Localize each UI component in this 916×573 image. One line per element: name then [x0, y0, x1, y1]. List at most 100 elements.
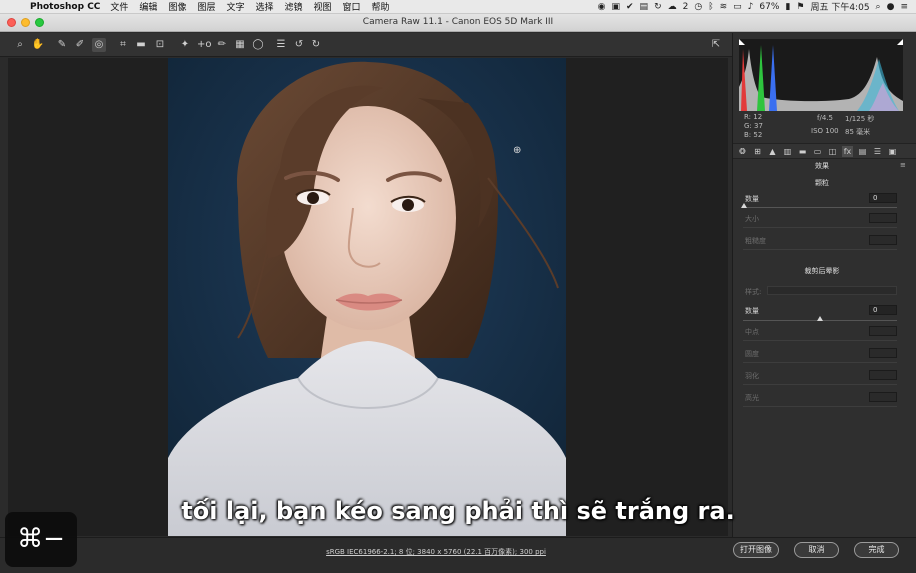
rotate-right-icon[interactable]: ↻: [309, 38, 323, 52]
hand-tool-icon[interactable]: ✋: [31, 38, 45, 52]
status-tray: ◉ ▣ ✔ ▤ ↻ ☁ 2 ◷ ᛒ ≋ ▭ ♪ 67% ▮ ⚑ 周五 下午4:0…: [598, 0, 916, 14]
menubar-clock[interactable]: 周五 下午4:05: [810, 0, 869, 13]
battery-level: 67%: [759, 1, 780, 12]
menu-help[interactable]: 帮助: [372, 0, 390, 13]
g-value: 37: [754, 122, 763, 130]
siri-icon[interactable]: ●: [887, 2, 895, 12]
workflow-options-link[interactable]: sRGB IEC61966-2.1; 8 位; 3840 x 5760 (22.…: [316, 547, 556, 557]
tab-camera-calibration-icon[interactable]: ▤: [857, 146, 868, 157]
vignette-feather-label: 羽化: [745, 372, 759, 380]
search-icon[interactable]: ⌕: [876, 2, 881, 12]
done-button[interactable]: 完成: [854, 542, 899, 558]
vignette-style-select: [767, 286, 897, 295]
bird-icon[interactable]: ✔: [626, 2, 634, 12]
zoom-cursor-icon: ⊕: [513, 145, 522, 156]
grain-amount-thumb[interactable]: [741, 203, 747, 208]
wechat-count: 2: [682, 1, 689, 12]
portrait-photo: [168, 58, 566, 536]
transform-tool-icon[interactable]: ⊡: [153, 38, 167, 52]
app-badge-icon[interactable]: ▣: [611, 2, 620, 12]
menu-select[interactable]: 选择: [255, 0, 273, 13]
tab-presets-icon[interactable]: ☰: [872, 146, 883, 157]
vignette-feather-slider: [743, 384, 897, 385]
fullscreen-toggle-icon[interactable]: ⇱: [709, 38, 723, 52]
exif-focal-length: 85 毫米: [845, 128, 871, 136]
tab-hsl-icon[interactable]: ▥: [782, 146, 793, 157]
vignette-amount-thumb[interactable]: [817, 316, 823, 321]
targeted-adjustment-tool-icon[interactable]: ◎: [92, 38, 106, 52]
vignette-highlights-label: 高光: [745, 394, 759, 402]
cancel-button[interactable]: 取消: [794, 542, 839, 558]
menu-layer[interactable]: 图层: [197, 0, 215, 13]
menu-window[interactable]: 窗口: [343, 0, 361, 13]
straighten-tool-icon[interactable]: ▬: [134, 38, 148, 52]
cast-icon[interactable]: ▤: [640, 2, 649, 12]
tab-snapshots-icon[interactable]: ▣: [887, 146, 898, 157]
spot-removal-tool-icon[interactable]: ✦: [178, 38, 192, 52]
menu-type[interactable]: 文字: [226, 0, 244, 13]
grain-amount-slider[interactable]: [743, 207, 897, 208]
photo-preview[interactable]: [168, 58, 566, 536]
window-title: Camera Raw 11.1 - Canon EOS 5D Mark III: [362, 17, 554, 27]
vignette-highlights-slider: [743, 406, 897, 407]
record-icon[interactable]: ◉: [598, 2, 606, 12]
color-sampler-tool-icon[interactable]: ✐: [73, 38, 87, 52]
vignette-midpoint-input: [869, 326, 897, 336]
tab-detail-icon[interactable]: ▲: [767, 146, 778, 157]
crop-tool-icon[interactable]: ⌗: [116, 38, 130, 52]
radial-filter-icon[interactable]: ◯: [251, 38, 265, 52]
menu-file[interactable]: 文件: [110, 0, 128, 13]
grain-roughness-label: 粗糙度: [745, 237, 766, 245]
airplay-icon[interactable]: ▭: [733, 2, 742, 12]
menu-view[interactable]: 视图: [314, 0, 332, 13]
menu-edit[interactable]: 编辑: [139, 0, 157, 13]
video-subtitle: tối lại, bạn kéo sang phải thì sẽ trắng …: [181, 497, 735, 525]
vignette-highlights-input: [869, 392, 897, 402]
grain-amount-input[interactable]: 0: [869, 193, 897, 203]
volume-icon[interactable]: ♪: [748, 2, 754, 12]
tab-tone-curve-icon[interactable]: ⊞: [752, 146, 763, 157]
clock-history-icon[interactable]: ◷: [694, 2, 702, 12]
grain-size-input: [869, 213, 897, 223]
white-balance-tool-icon[interactable]: ✎: [55, 38, 69, 52]
zoom-tool-icon[interactable]: ⌕: [13, 38, 27, 52]
vignette-midpoint-slider: [743, 340, 897, 341]
tab-transform-icon[interactable]: ◫: [827, 146, 838, 157]
grain-size-slider: [743, 227, 897, 228]
keystroke-overlay: ⌘−: [5, 512, 77, 567]
graduated-filter-icon[interactable]: ▦: [233, 38, 247, 52]
wifi-icon[interactable]: ≋: [720, 2, 728, 12]
open-image-button[interactable]: 打开图像: [733, 542, 779, 558]
bluetooth-icon[interactable]: ᛒ: [708, 2, 713, 12]
tab-basic-icon[interactable]: ❂: [737, 146, 748, 157]
rgb-readout: R: 12 G: 37 B: 52 f/4.5 1/125 秒 ISO 100 …: [741, 113, 911, 139]
tab-split-toning-icon[interactable]: ▬: [797, 146, 808, 157]
vignette-title: 裁剪后晕影: [804, 267, 840, 275]
adjustment-brush-icon[interactable]: ✏: [215, 38, 229, 52]
b-value: 52: [753, 131, 763, 139]
panel-tab-strip: ❂ ⊞ ▲ ▥ ▬ ▭ ◫ fx ▤ ☰ ▣: [733, 143, 916, 159]
menu-filter[interactable]: 滤镜: [285, 0, 303, 13]
notification-center-icon[interactable]: ≡: [900, 2, 908, 12]
g-label: G:: [744, 122, 752, 130]
battery-icon[interactable]: ▮: [785, 2, 790, 12]
vignette-roundness-slider: [743, 362, 897, 363]
exif-iso: ISO 100: [811, 127, 839, 135]
menu-image[interactable]: 图像: [168, 0, 186, 13]
vignette-roundness-label: 圆度: [745, 350, 759, 358]
rotate-left-icon[interactable]: ↺: [292, 38, 306, 52]
app-menu[interactable]: Photoshop CC: [30, 2, 100, 12]
preferences-icon[interactable]: ☰: [274, 38, 288, 52]
tab-effects-icon[interactable]: fx: [842, 145, 853, 157]
adjustment-panel: R: 12 G: 37 B: 52 f/4.5 1/125 秒 ISO 100 …: [732, 33, 916, 537]
red-eye-tool-icon[interactable]: +o: [197, 38, 212, 52]
vignette-amount-label: 数量: [745, 307, 759, 315]
flag-icon[interactable]: ⚑: [796, 2, 804, 12]
effects-title: 效果: [815, 162, 829, 170]
vignette-style-label: 样式:: [745, 288, 762, 296]
b-label: B:: [744, 131, 752, 139]
vignette-amount-input[interactable]: 0: [869, 305, 897, 315]
tab-lens-corrections-icon[interactable]: ▭: [812, 146, 823, 157]
wechat-icon[interactable]: ☁: [668, 2, 677, 12]
sync-icon[interactable]: ↻: [654, 2, 662, 12]
